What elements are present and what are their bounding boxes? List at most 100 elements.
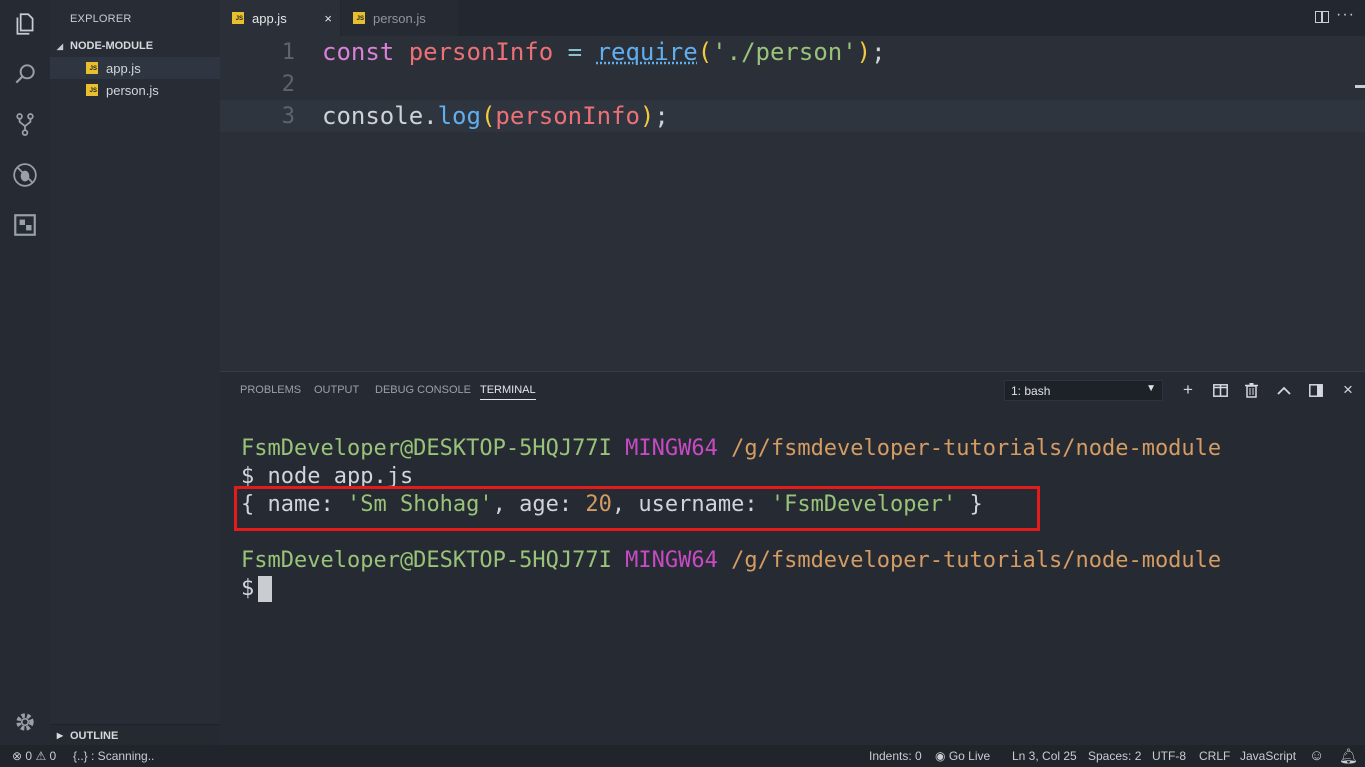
js-file-icon: JS <box>232 12 244 24</box>
warning-count: 0 <box>49 749 57 763</box>
scanning-status[interactable]: {..} : Scanning.. <box>73 749 154 763</box>
error-count: 0 <box>25 749 33 763</box>
tab-problems[interactable]: PROBLEMS <box>240 384 301 396</box>
code-semicolon: ; <box>871 38 886 66</box>
highlight-box <box>234 486 1040 531</box>
explorer-title: EXPLORER <box>70 13 132 25</box>
go-live-button[interactable]: ◉ Go Live <box>935 749 990 763</box>
prompt-env: MINGW64 <box>625 436 718 461</box>
file-label: app.js <box>106 60 141 76</box>
terminal-input-line[interactable]: $ <box>241 576 273 602</box>
js-file-icon: JS <box>353 12 365 24</box>
search-icon[interactable] <box>0 54 50 94</box>
indents-status[interactable]: Indents: 0 <box>869 749 922 763</box>
code-operator: = <box>567 38 583 66</box>
code-function: require <box>596 38 698 66</box>
code-keyword: const <box>322 38 395 66</box>
trash-icon[interactable] <box>1241 380 1261 400</box>
prompt-path: /g/fsmdeveloper-tutorials/node-module <box>731 436 1222 461</box>
tab-debug-console[interactable]: DEBUG CONSOLE <box>375 384 471 396</box>
tab-output[interactable]: OUTPUT <box>314 384 359 396</box>
scrollbar-marker[interactable] <box>1355 85 1365 88</box>
folder-node-module[interactable]: ◢ NODE-MODULE <box>50 36 220 56</box>
activity-bar <box>0 0 50 745</box>
toggle-panel-icon[interactable] <box>1306 380 1326 400</box>
more-actions-icon[interactable]: ··· <box>1336 6 1355 24</box>
file-item-person-js[interactable]: JS person.js <box>50 79 220 101</box>
eol-status[interactable]: CRLF <box>1199 749 1230 763</box>
go-live-label: Go Live <box>948 749 991 763</box>
encoding-status[interactable]: UTF-8 <box>1152 749 1186 763</box>
outline-label: OUTLINE <box>70 729 119 742</box>
chevron-up-icon[interactable] <box>1274 380 1294 400</box>
code-function: log <box>437 102 481 130</box>
code-editor[interactable]: 1 const personInfo = require('./person')… <box>220 36 1365 371</box>
spaces-status[interactable]: Spaces: 2 <box>1088 749 1141 763</box>
chevron-down-icon: ▼ <box>1146 383 1156 394</box>
code-text: const personInfo = require('./person'); <box>322 38 886 66</box>
editor-tabs: JS app.js × JS person.js ··· <box>220 0 1365 36</box>
error-icon: ⊗ <box>12 749 23 763</box>
code-dot: . <box>423 102 438 130</box>
code-semicolon: ; <box>654 102 669 130</box>
broadcast-icon: ◉ <box>935 749 946 763</box>
chevron-right-icon: ▶ <box>56 731 64 740</box>
feedback-smiley-icon[interactable]: ☺ <box>1309 747 1324 764</box>
code-paren: ) <box>856 38 872 66</box>
prompt-env: MINGW64 <box>625 548 718 573</box>
terminal-prompt-line: FsmDeveloper@DESKTOP-5HQJ77I MINGW64 /g/… <box>241 436 1221 461</box>
code-object: console <box>322 102 424 130</box>
explorer-sidebar: EXPLORER ◢ NODE-MODULE JS app.js JS pers… <box>50 0 220 746</box>
code-variable: personInfo <box>495 102 640 130</box>
extensions-icon[interactable] <box>0 205 50 245</box>
terminal-prompt-line: FsmDeveloper@DESKTOP-5HQJ77I MINGW64 /g/… <box>241 548 1221 573</box>
split-editor-icon[interactable] <box>1315 11 1329 23</box>
source-control-icon[interactable] <box>0 104 50 144</box>
prompt-user: FsmDeveloper@DESKTOP-5HQJ77I <box>241 436 612 461</box>
debug-icon[interactable] <box>0 155 50 195</box>
code-variable: personInfo <box>408 38 554 66</box>
tab-person-js[interactable]: JS person.js <box>341 0 458 36</box>
prompt-path: /g/fsmdeveloper-tutorials/node-module <box>731 548 1222 573</box>
code-line: 1 const personInfo = require('./person')… <box>220 36 1365 68</box>
js-file-icon: JS <box>86 62 98 74</box>
problems-indicator[interactable]: ⊗ 0 ⚠ 0 <box>12 749 56 763</box>
warning-icon: ⚠ <box>35 749 47 763</box>
prompt-user: FsmDeveloper@DESKTOP-5HQJ77I <box>241 548 612 573</box>
code-line: 2 <box>220 68 1365 100</box>
split-terminal-icon[interactable] <box>1210 380 1230 400</box>
close-icon[interactable]: × <box>324 11 332 26</box>
outline-section[interactable]: ▶ OUTLINE <box>50 724 220 746</box>
file-label: person.js <box>106 82 159 98</box>
status-bar: ⊗ 0 ⚠ 0 {..} : Scanning.. Indents: 0 ◉ G… <box>0 745 1365 767</box>
terminal-cursor <box>258 576 273 602</box>
terminal-select-value: 1: bash <box>1011 383 1051 398</box>
tab-label: app.js <box>252 10 287 26</box>
chevron-down-icon: ◢ <box>56 41 64 51</box>
new-terminal-icon[interactable]: + <box>1178 380 1198 400</box>
code-paren: ) <box>639 102 655 130</box>
explorer-icon[interactable] <box>0 4 50 44</box>
file-item-app-js[interactable]: JS app.js <box>50 57 220 79</box>
line-number: 1 <box>281 39 295 65</box>
code-line-current: 3 console.log(personInfo); <box>220 100 1365 132</box>
settings-gear-icon[interactable] <box>0 702 50 742</box>
code-paren: ( <box>697 38 713 66</box>
tab-app-js[interactable]: JS app.js × <box>220 0 340 36</box>
folder-label: NODE-MODULE <box>70 40 154 52</box>
terminal-select[interactable]: 1: bash ▼ <box>1004 380 1163 401</box>
code-paren: ( <box>480 102 496 130</box>
bottom-panel: PROBLEMS OUTPUT DEBUG CONSOLE TERMINAL 1… <box>220 371 1365 746</box>
tab-terminal[interactable]: TERMINAL <box>480 384 536 400</box>
close-panel-icon[interactable]: × <box>1338 380 1358 400</box>
language-mode[interactable]: JavaScript <box>1240 749 1296 763</box>
cursor-position[interactable]: Ln 3, Col 25 <box>1012 749 1077 763</box>
js-file-icon: JS <box>86 84 98 96</box>
notifications-bell-icon[interactable]: 🔔︎ <box>1339 747 1358 765</box>
code-text: console.log(personInfo); <box>322 102 669 130</box>
prompt-dollar: $ <box>241 576 255 601</box>
tab-label: person.js <box>373 10 426 26</box>
line-number: 2 <box>281 71 295 97</box>
code-string: './person' <box>712 38 857 66</box>
line-number: 3 <box>281 103 295 129</box>
